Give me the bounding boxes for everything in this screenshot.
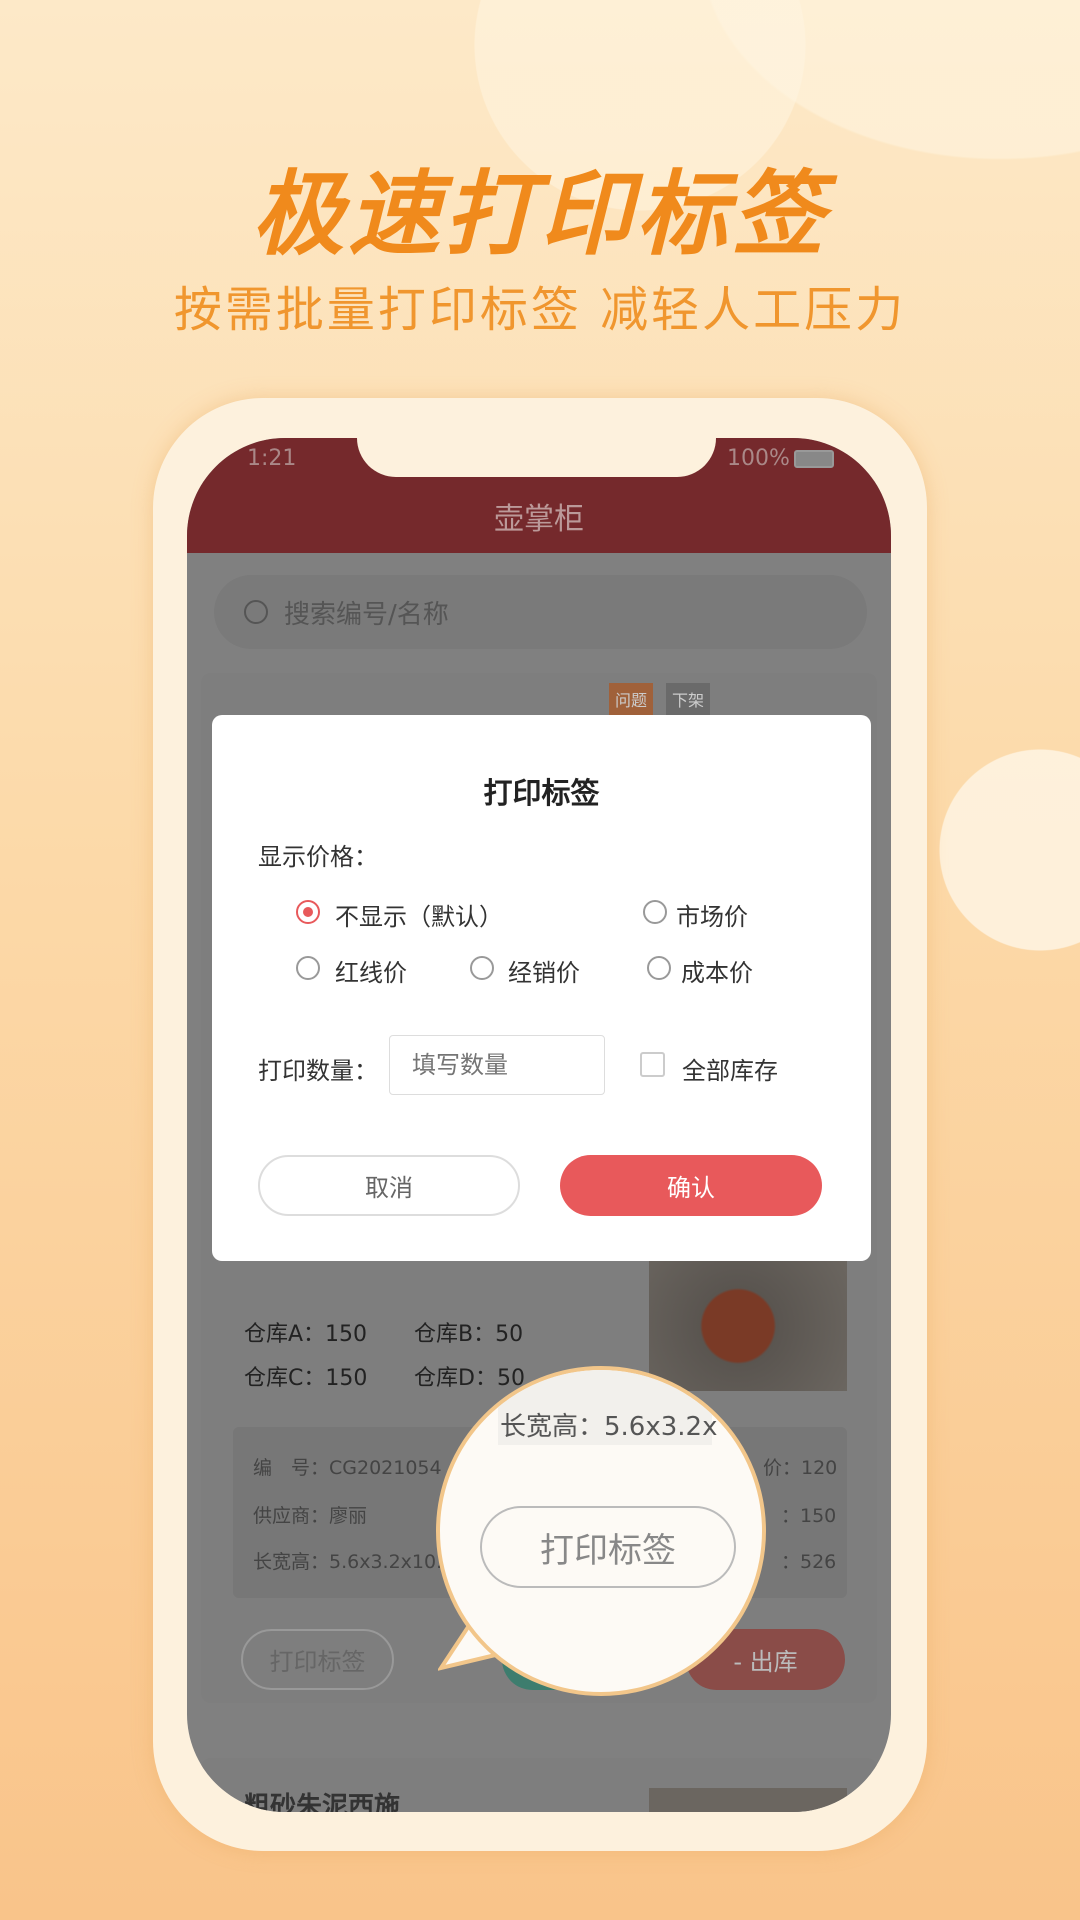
price-label: 显示价格： xyxy=(258,843,378,871)
stock-c: 仓库C：150 xyxy=(244,1366,368,1391)
option-dealer[interactable]: 经销价 xyxy=(470,953,620,987)
option-label: 市场价 xyxy=(676,903,748,931)
stock-b: 仓库B：50 xyxy=(414,1322,524,1347)
option-cost[interactable]: 成本价 xyxy=(647,953,797,987)
info-supplier: 供应商：廖丽 xyxy=(253,1505,368,1527)
app-title: 壶掌柜 xyxy=(494,502,584,537)
option-market[interactable]: 市场价 xyxy=(643,897,793,931)
next-product-image xyxy=(649,1788,847,1812)
info-size: 长宽高：5.6x3.2x10. xyxy=(253,1551,443,1573)
qty-label: 打印数量： xyxy=(258,1057,378,1085)
info-price-2: ：150 xyxy=(781,1505,837,1527)
status-time: 1:21 xyxy=(247,446,297,471)
magnified-print-button[interactable]: 打印标签 xyxy=(480,1506,736,1588)
print-label-dialog: 打印标签 显示价格： 不显示（默认） 市场价 红线价 经销价 成本价 打印数量：… xyxy=(212,715,871,1261)
all-stock-checkbox[interactable] xyxy=(640,1052,665,1077)
option-label: 经销价 xyxy=(508,959,580,987)
radio-icon xyxy=(296,900,320,924)
magnifier-callout: 长宽高：5.6x3.2x 打印标签 xyxy=(436,1366,766,1696)
promo-title: 极速打印标签 xyxy=(251,161,828,268)
tag-offshelf: 下架 xyxy=(666,683,711,715)
qty-input[interactable] xyxy=(389,1035,605,1095)
option-redline[interactable]: 红线价 xyxy=(296,953,446,987)
radio-icon xyxy=(296,956,320,980)
option-label: 成本价 xyxy=(681,959,753,987)
info-price-1: 价：120 xyxy=(763,1457,838,1479)
option-label: 不显示（默认） xyxy=(335,903,503,931)
magnified-size: 长宽高：5.6x3.2x xyxy=(500,1412,718,1442)
promo-subtitle: 按需批量打印标签 减轻人工压力 xyxy=(173,282,907,338)
stock-a: 仓库A：150 xyxy=(244,1322,368,1347)
info-price-3: ：526 xyxy=(781,1551,837,1573)
next-product-title: 粗砂朱泥西施 xyxy=(244,1792,401,1812)
tag-problem: 问题 xyxy=(609,683,654,715)
search-input[interactable]: 搜索编号/名称 xyxy=(214,575,867,649)
notch xyxy=(357,438,716,477)
radio-icon xyxy=(470,956,494,980)
search-icon xyxy=(244,600,268,624)
battery-icon xyxy=(794,450,834,468)
cancel-button[interactable]: 取消 xyxy=(258,1155,520,1216)
print-label-button[interactable]: 打印标签 xyxy=(241,1629,394,1690)
dialog-title: 打印标签 xyxy=(483,776,600,810)
search-placeholder: 搜索编号/名称 xyxy=(284,599,449,630)
info-code: 编 号：CG2021054 xyxy=(253,1457,442,1479)
confirm-button[interactable]: 确认 xyxy=(560,1155,822,1216)
option-hide[interactable]: 不显示（默认） xyxy=(296,897,556,931)
radio-icon xyxy=(647,956,671,980)
radio-icon xyxy=(643,900,667,924)
all-stock-label: 全部库存 xyxy=(682,1057,778,1085)
status-battery-text: 100% xyxy=(727,446,790,471)
option-label: 红线价 xyxy=(335,959,407,987)
